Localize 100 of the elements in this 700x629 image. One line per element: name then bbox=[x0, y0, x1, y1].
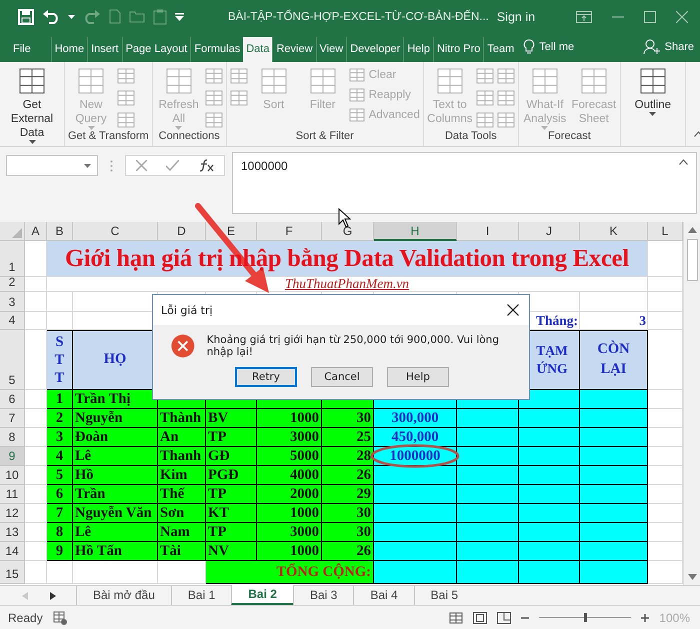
column-header[interactable]: K bbox=[580, 222, 648, 241]
ribbon-tab[interactable]: Review bbox=[272, 37, 316, 62]
table-icon bbox=[78, 68, 104, 94]
sheet-tab[interactable]: Bai 4 bbox=[353, 586, 414, 605]
sign-in-link[interactable]: Sign in bbox=[496, 10, 536, 24]
row-header[interactable]: 12 bbox=[0, 504, 25, 523]
save-icon[interactable] bbox=[18, 8, 34, 24]
ribbon-button[interactable]: Get External Data bbox=[3, 64, 61, 144]
column-header[interactable]: H bbox=[374, 222, 457, 241]
ribbon-tab[interactable]: Home bbox=[50, 37, 88, 62]
ribbon-tab[interactable]: Page Layout bbox=[122, 37, 190, 62]
page-layout-icon[interactable] bbox=[473, 612, 488, 624]
ribbon-button[interactable]: Outline bbox=[624, 64, 682, 130]
row-header[interactable]: 13 bbox=[0, 523, 25, 542]
row-header[interactable]: 4 bbox=[0, 312, 25, 330]
redo-icon[interactable] bbox=[83, 10, 101, 24]
cancel-icon[interactable] bbox=[136, 160, 147, 171]
column-header[interactable]: L bbox=[648, 222, 683, 241]
collapse-icon[interactable] bbox=[694, 131, 700, 137]
table-cell: 8 bbox=[47, 523, 73, 542]
row-header[interactable]: 1 bbox=[0, 241, 25, 277]
table-cell bbox=[457, 523, 519, 542]
table-cell: Nguyễn bbox=[73, 409, 158, 428]
table-cell bbox=[519, 485, 580, 504]
caret-icon bbox=[68, 14, 75, 18]
dialog-title: Lỗi giá trị bbox=[161, 304, 213, 316]
ribbon-tab[interactable]: Developer bbox=[346, 37, 404, 62]
table-cell: 1 bbox=[47, 390, 73, 409]
website-link[interactable]: ThuThuatPhanMem.vn bbox=[284, 276, 410, 292]
customize-icon[interactable] bbox=[175, 12, 184, 20]
undo-icon[interactable] bbox=[42, 10, 60, 24]
row-header[interactable]: 2 bbox=[0, 277, 25, 292]
ribbon-display-icon[interactable] bbox=[576, 10, 592, 22]
previous-sheet-icon[interactable] bbox=[22, 592, 28, 600]
column-header[interactable]: C bbox=[73, 222, 158, 241]
row-header[interactable]: 15 bbox=[0, 561, 25, 584]
document-icon[interactable] bbox=[109, 9, 121, 24]
dialog-button[interactable]: Retry bbox=[235, 367, 297, 387]
ribbon-tab[interactable]: Nitro Pro bbox=[432, 37, 484, 62]
table-cell: 6 bbox=[47, 485, 73, 504]
row-header[interactable]: 10 bbox=[0, 466, 25, 485]
column-header[interactable]: I bbox=[457, 222, 519, 241]
next-sheet-icon[interactable] bbox=[50, 592, 56, 600]
column-header[interactable]: F bbox=[257, 222, 322, 241]
scroll-down-icon[interactable] bbox=[688, 574, 696, 580]
sheet-tab[interactable]: Bai 3 bbox=[292, 586, 354, 605]
dialog-button[interactable]: Cancel bbox=[311, 367, 373, 387]
table-cell: 2 bbox=[47, 409, 73, 428]
ribbon-tab[interactable]: Data bbox=[243, 37, 272, 62]
maximize-icon[interactable] bbox=[644, 10, 656, 22]
folder-icon[interactable] bbox=[129, 10, 145, 23]
row-header[interactable]: 6 bbox=[0, 390, 25, 409]
ribbon-tab[interactable]: View bbox=[316, 37, 346, 62]
table-cell: 7 bbox=[47, 504, 73, 523]
check-icon[interactable] bbox=[166, 160, 179, 171]
table-cell bbox=[519, 523, 580, 542]
scroll-up-icon[interactable] bbox=[688, 227, 696, 233]
table-cell bbox=[457, 542, 519, 561]
column-header[interactable]: J bbox=[519, 222, 580, 241]
zoom-in-icon[interactable] bbox=[641, 614, 650, 622]
column-header[interactable]: B bbox=[47, 222, 73, 241]
row-header[interactable]: 11 bbox=[0, 485, 25, 504]
row-header[interactable]: 8 bbox=[0, 428, 25, 447]
clipboard-icon[interactable] bbox=[153, 8, 167, 24]
sheet-tab[interactable]: Bai 5 bbox=[414, 586, 474, 605]
tell-me-field[interactable]: Tell me bbox=[539, 41, 574, 53]
zoom-slider-thumb[interactable] bbox=[584, 613, 588, 622]
macro-record-icon[interactable] bbox=[52, 610, 67, 624]
row-header[interactable]: 14 bbox=[0, 542, 25, 561]
column-header[interactable]: G bbox=[322, 222, 374, 241]
row-header[interactable]: 5 bbox=[0, 330, 25, 390]
table-cell: 3000 bbox=[257, 428, 322, 447]
ribbon-tab[interactable]: File bbox=[10, 37, 51, 62]
column-header[interactable]: D bbox=[158, 222, 206, 241]
table-cell bbox=[457, 409, 519, 428]
table-cell: NV bbox=[206, 542, 257, 561]
dialog-button[interactable]: Help bbox=[387, 367, 449, 387]
name-box[interactable] bbox=[6, 155, 98, 176]
select-all-icon[interactable] bbox=[12, 228, 22, 238]
column-header[interactable]: A bbox=[25, 222, 47, 241]
row-header[interactable]: 7 bbox=[0, 409, 25, 428]
page-break-icon[interactable] bbox=[497, 612, 512, 624]
scrollbar-thumb[interactable] bbox=[686, 239, 698, 281]
table-cell: GĐ bbox=[206, 447, 257, 466]
ribbon-tab[interactable]: Help bbox=[403, 37, 433, 62]
table-cell: An bbox=[158, 428, 206, 447]
formula-field[interactable]: 1000000 bbox=[232, 152, 697, 214]
row-header[interactable]: 3 bbox=[0, 292, 25, 312]
normal-view-icon[interactable] bbox=[449, 612, 464, 624]
ribbon-tab[interactable]: Team bbox=[483, 37, 518, 62]
ribbon-tab[interactable]: Insert bbox=[87, 37, 122, 62]
sheet-tab[interactable]: Bài mở đầu bbox=[76, 586, 171, 605]
table-cell: 30 bbox=[322, 523, 374, 542]
sheet-tab[interactable]: Bai 2 bbox=[231, 585, 293, 605]
row-header[interactable]: 9 bbox=[0, 447, 25, 466]
close-icon[interactable] bbox=[507, 304, 519, 316]
expand-icon[interactable] bbox=[679, 159, 688, 165]
share-button[interactable]: Share bbox=[664, 41, 694, 53]
table-cell bbox=[580, 523, 648, 542]
function-icon[interactable] bbox=[198, 159, 214, 172]
